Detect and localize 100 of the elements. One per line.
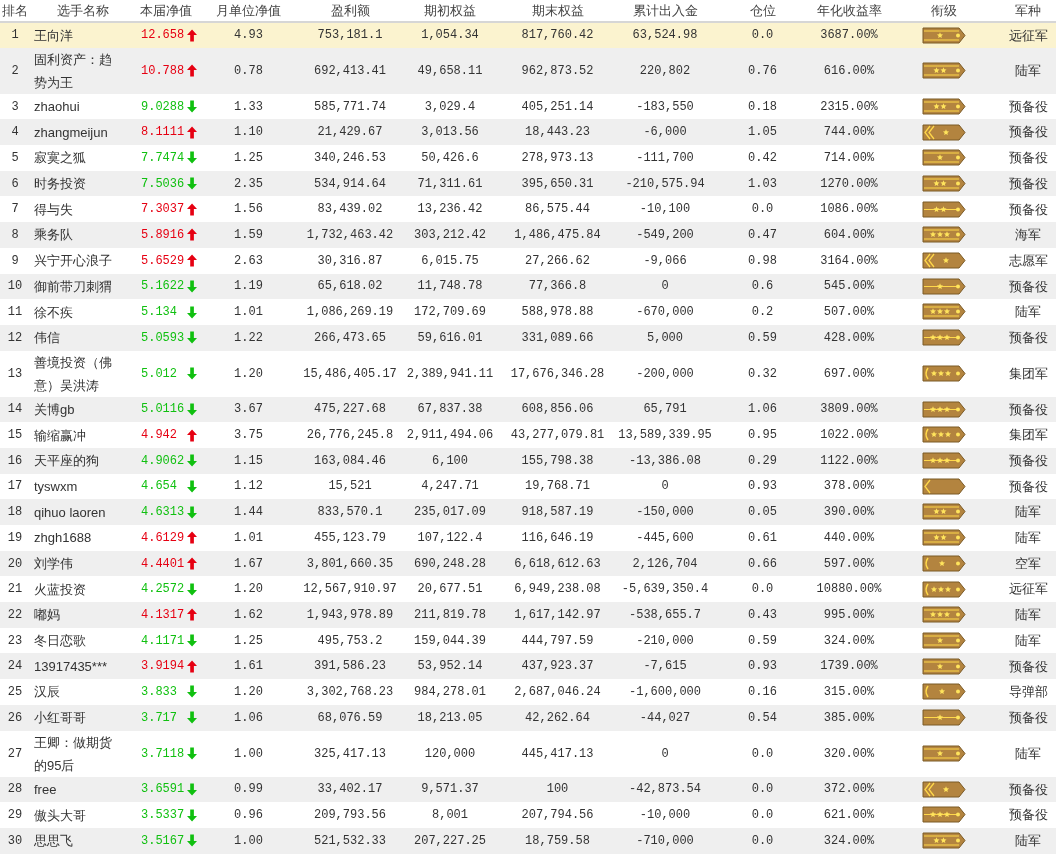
table-cell: 65,791 [615,396,715,423]
table-cell: 211,819.78 [400,602,500,628]
table-cell: 0.0 [715,730,810,777]
rank-cell: 13 [0,350,30,397]
table-cell: 340,246.53 [300,145,400,171]
table-cell: 1,486,475.84 [500,222,615,248]
table-cell: -549,200 [615,222,715,248]
rank-cell: 8 [0,222,30,248]
player-name: tyswxm [34,477,78,496]
table-cell: 1.01 [197,299,300,325]
rank-cell: 23 [0,627,30,654]
player-name: 思思飞 [34,832,73,851]
table-cell: 0.18 [715,93,810,120]
table-cell: -10,100 [615,196,715,223]
table-cell: -7,615 [615,653,715,680]
rank-cell: 21 [0,576,30,603]
table-cell: 588,978.88 [500,299,615,325]
table-cell: 13,236.42 [400,196,500,223]
table-cell: 585,771.74 [300,93,400,120]
table-cell: 6,100 [400,447,500,474]
table-cell: -44,027 [615,704,715,731]
table-cell: 1739.00% [810,653,888,680]
rank-cell: 15 [0,422,30,448]
table-cell: 42,262.64 [500,704,615,731]
player-name: 汉辰 [34,683,60,702]
table-cell: 697.00% [810,350,888,397]
player-name: qihuo laoren [34,503,106,522]
table-cell: 19,768.71 [500,473,615,500]
table-cell: 444,797.59 [500,627,615,654]
table-cell: 3,801,660.35 [300,550,400,577]
table-cell: 2,911,494.06 [400,422,500,448]
table-cell: -445,600 [615,525,715,551]
table-cell: 1122.00% [810,447,888,474]
table-cell: 2.63 [197,247,300,274]
table-cell: 3809.00% [810,396,888,423]
table-cell: 0.2 [715,299,810,325]
table-cell: 0.0 [715,827,810,854]
player-name: 王向洋 [34,26,73,45]
rank-cell: 26 [0,704,30,731]
table-cell: 1.44 [197,499,300,525]
branch-cell: 导弹部 [1000,679,1056,705]
branch-cell: 预备役 [1000,704,1056,731]
table-cell: 2,126,704 [615,550,715,577]
table-cell: 1.12 [197,473,300,500]
table-cell: 1.25 [197,145,300,171]
table-cell: 303,212.42 [400,222,500,248]
net-value: 5.0116 [141,401,186,419]
rank-cell: 1 [0,22,30,48]
table-cell: 0.43 [715,602,810,628]
branch-cell: 预备役 [1000,119,1056,146]
table-cell: 445,417.13 [500,730,615,777]
net-value: 4.1171 [141,632,186,650]
table-cell: 172,709.69 [400,299,500,325]
table-cell: 2,687,046.24 [500,679,615,705]
branch-cell: 陆军 [1000,602,1056,628]
table-cell: 0.99 [197,776,300,803]
table-cell: 918,587.19 [500,499,615,525]
table-cell: 1.10 [197,119,300,146]
rank-cell: 11 [0,299,30,325]
table-cell: 0.66 [715,550,810,577]
table-cell: 63,524.98 [615,22,715,48]
rank-cell: 17 [0,473,30,500]
table-cell: 6,949,238.08 [500,576,615,603]
table-cell: 604.00% [810,222,888,248]
rank-cell: 28 [0,776,30,803]
table-cell: 0.42 [715,145,810,171]
table-cell: 391,586.23 [300,653,400,680]
table-cell: 1.59 [197,222,300,248]
table-cell: 49,658.11 [400,47,500,94]
table-cell: 21,429.67 [300,119,400,146]
table-cell: 27,266.62 [500,247,615,274]
table-cell: 26,776,245.8 [300,422,400,448]
player-name: 乘务队 [34,226,73,245]
table-cell: 0 [615,473,715,500]
branch-cell: 预备役 [1000,196,1056,223]
player-name: 寂寞之狐 [34,149,86,168]
net-value: 5.0593 [141,329,186,347]
table-cell: 325,417.13 [300,730,400,777]
table-cell: 1.33 [197,93,300,120]
table-cell: 33,402.17 [300,776,400,803]
table-cell: 3,013.56 [400,119,500,146]
table-cell: 1,943,978.89 [300,602,400,628]
table-cell: 1022.00% [810,422,888,448]
player-name: 徐不疾 [34,303,73,322]
table-cell: 0.6 [715,273,810,300]
table-cell: 0.78 [197,47,300,94]
table-cell: -6,000 [615,119,715,146]
player-name: 火蓝投资 [34,580,86,599]
net-value: 4.942 [141,427,178,445]
table-cell: 995.00% [810,602,888,628]
table-cell: 163,084.46 [300,447,400,474]
table-cell: 83,439.02 [300,196,400,223]
table-cell: 692,413.41 [300,47,400,94]
net-value: 9.0288 [141,98,186,116]
table-cell: -42,873.54 [615,776,715,803]
table-cell: 207,794.56 [500,802,615,828]
player-name: 伟信 [34,329,60,348]
branch-cell: 预备役 [1000,145,1056,171]
player-name: free [34,780,57,799]
table-cell: 59,616.01 [400,324,500,351]
